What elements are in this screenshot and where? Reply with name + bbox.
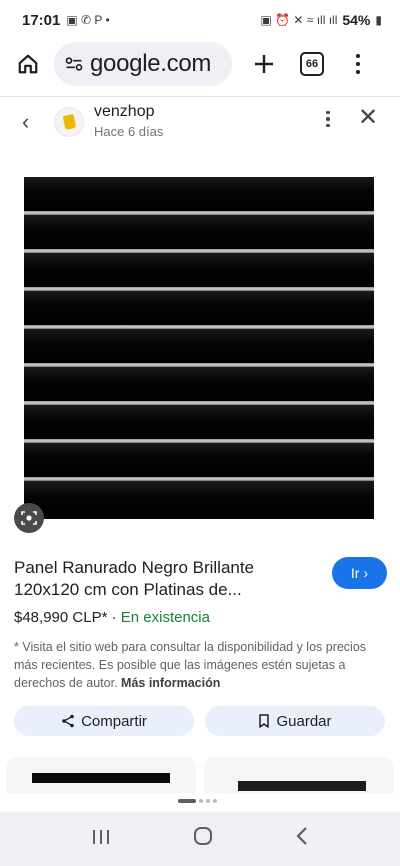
- more-vert-icon: [356, 54, 360, 58]
- clock: 17:01: [22, 11, 61, 29]
- go-button-label: Ir: [350, 565, 360, 581]
- system-navigation-bar: [0, 812, 400, 866]
- home-icon: [18, 54, 38, 74]
- price-row: $48,990 CLP* · En existencia: [14, 609, 210, 626]
- back-arrow-icon[interactable]: ‹: [22, 109, 29, 135]
- merchant-time: Hace 6 días: [94, 124, 164, 139]
- more-info-link[interactable]: Más información: [121, 676, 220, 690]
- home-button[interactable]: [10, 46, 46, 82]
- bookmark-icon: [259, 714, 270, 728]
- page-indicator: [178, 799, 217, 803]
- related-product-card[interactable]: [6, 757, 196, 793]
- notification-icons: ▣ ✆ P •: [66, 13, 110, 27]
- lens-search-button[interactable]: [14, 503, 44, 533]
- tab-count: 66: [305, 58, 319, 70]
- share-button[interactable]: Compartir: [14, 706, 194, 736]
- more-options-button[interactable]: [320, 107, 336, 131]
- product-price: $48,990 CLP*: [14, 609, 108, 626]
- status-bar: 17:01 ▣ ✆ P • ▣ ⏰ ✕ ≈ ıll ıll 54% ▮: [0, 0, 400, 40]
- url-text: google.com: [90, 50, 212, 77]
- shopping-bag-icon: [62, 114, 76, 130]
- related-product-card[interactable]: [204, 757, 394, 793]
- chevron-right-icon: ›: [363, 565, 369, 581]
- home-nav-icon[interactable]: [193, 826, 213, 852]
- merchant-header: ‹ venzhop Hace 6 días ✕: [0, 97, 400, 145]
- address-bar[interactable]: google.com: [54, 42, 232, 86]
- price-separator: ·: [111, 609, 117, 626]
- disclaimer: * Visita el sitio web para consultar la …: [14, 638, 386, 692]
- lens-icon: [21, 511, 37, 525]
- stock-status: En existencia: [120, 609, 210, 626]
- browser-menu-button[interactable]: [348, 46, 368, 82]
- product-sheet: ‹ venzhop Hace 6 días ✕ Panel Ranurado N…: [0, 96, 400, 793]
- plus-icon: [255, 55, 273, 73]
- product-title[interactable]: Panel Ranurado Negro Brillante 120x120 c…: [14, 557, 314, 601]
- system-status-icons: ▣ ⏰ ✕ ≈ ıll ıll: [260, 13, 338, 27]
- go-to-site-button[interactable]: Ir ›: [332, 557, 387, 589]
- close-icon[interactable]: ✕: [358, 103, 378, 132]
- save-button[interactable]: Guardar: [205, 706, 385, 736]
- more-vert-icon: [326, 110, 330, 115]
- merchant-logo: [54, 107, 84, 137]
- share-label: Compartir: [81, 712, 147, 730]
- browser-toolbar: google.com 66: [0, 40, 400, 88]
- battery-level: 54%: [342, 12, 371, 28]
- site-settings-icon[interactable]: [64, 54, 84, 74]
- battery-icon: ▮: [375, 13, 382, 27]
- product-image[interactable]: [24, 177, 374, 519]
- save-label: Guardar: [276, 712, 332, 730]
- share-icon: [62, 714, 74, 728]
- back-nav-icon[interactable]: [295, 826, 309, 852]
- new-tab-button[interactable]: [246, 46, 282, 82]
- recent-apps-icon[interactable]: [91, 826, 111, 852]
- merchant-name[interactable]: venzhop: [94, 103, 155, 121]
- tab-switcher-button[interactable]: 66: [300, 52, 324, 76]
